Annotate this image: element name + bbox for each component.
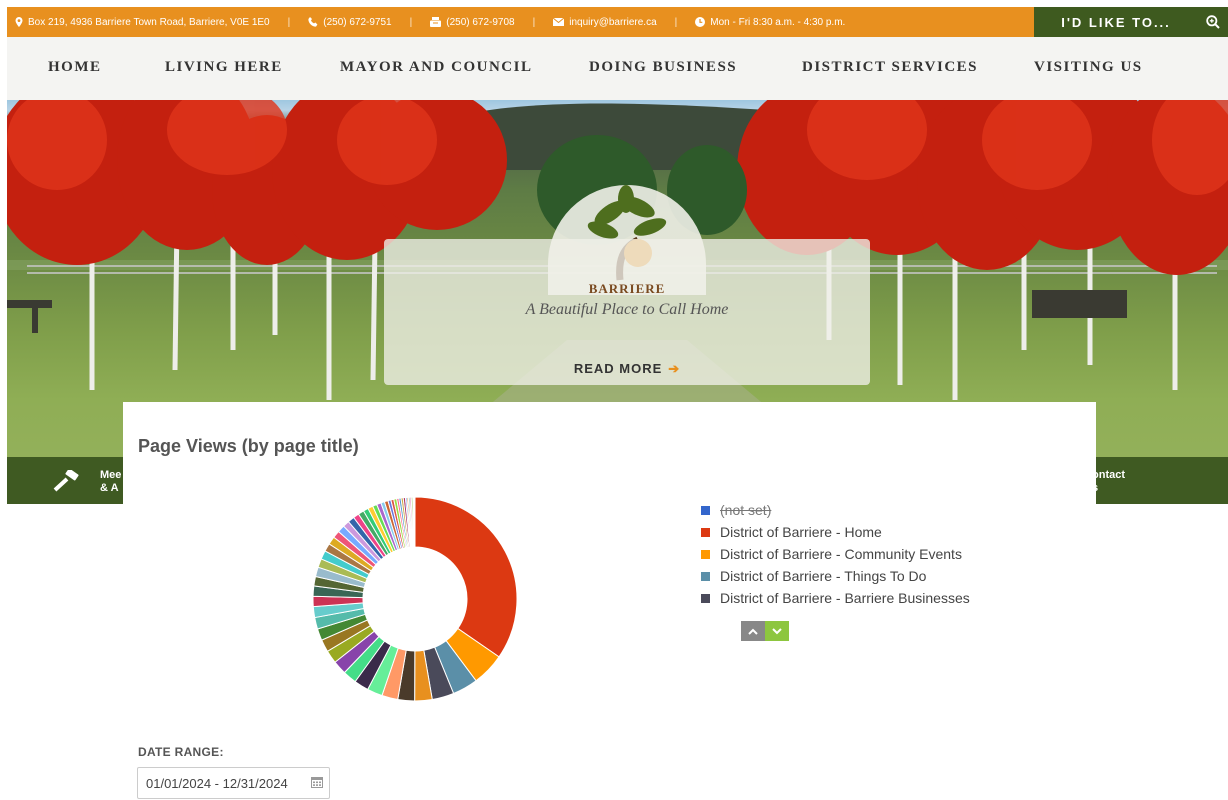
gavel-icon — [53, 470, 79, 492]
legend-swatch — [701, 549, 710, 559]
nav-visiting-us[interactable]: VISITING US — [1034, 59, 1143, 76]
hours-info: Mon - Fri 8:30 a.m. - 4:30 p.m. — [695, 17, 845, 28]
donut-slice-1[interactable] — [414, 496, 518, 658]
contact-text-line1: ontact — [1092, 469, 1125, 481]
address-info: Box 219, 4936 Barriere Town Road, Barrie… — [15, 17, 270, 28]
hero-tagline: A Beautiful Place to Call Home — [525, 301, 729, 318]
date-range-input[interactable] — [137, 767, 330, 799]
contact-link[interactable]: ontact s — [1092, 469, 1125, 495]
envelope-icon — [553, 18, 565, 26]
read-more-link[interactable]: READ MORE ➔ — [384, 361, 870, 377]
chevron-down-icon — [772, 627, 782, 634]
meetings-link[interactable]: Mee & A — [100, 469, 121, 495]
legend-swatch — [701, 571, 710, 581]
divider: | — [409, 16, 413, 28]
fax-info: (250) 672-9708 — [430, 16, 515, 28]
chevron-up-icon — [748, 628, 758, 635]
nav-doing-business[interactable]: DOING BUSINESS — [589, 59, 737, 76]
meetings-text-line2: & A — [100, 482, 119, 494]
legend-label: District of Barriere - Barriere Business… — [720, 590, 970, 606]
clock-icon — [695, 17, 706, 27]
search-button[interactable] — [1198, 7, 1228, 37]
email-text: inquiry@barriere.ca — [569, 16, 657, 28]
divider: | — [674, 16, 678, 28]
contact-text-line2: s — [1092, 482, 1125, 495]
legend-label: District of Barriere - Things To Do — [720, 568, 927, 584]
legend-item-home[interactable]: District of Barriere - Home — [701, 521, 970, 543]
donut-slice-other-46[interactable] — [413, 496, 416, 548]
fax-icon — [430, 17, 442, 27]
legend-swatch — [701, 505, 710, 515]
legend-item-not-set[interactable]: (not set) — [701, 499, 970, 521]
fax-text: (250) 672-9708 — [446, 16, 515, 28]
analytics-panel: Page Views (by page title) (not set) Dis… — [123, 402, 1096, 800]
map-pin-icon — [15, 17, 23, 27]
legend-swatch — [701, 527, 710, 537]
nav-district-services[interactable]: DISTRICT SERVICES — [802, 59, 978, 76]
nav-mayor-and-council[interactable]: MAYOR AND COUNCIL — [340, 59, 532, 76]
divider: | — [532, 16, 536, 28]
page-views-donut-chart[interactable] — [313, 494, 518, 709]
report-title: Page Views (by page title) — [138, 436, 359, 456]
legend-prev-button[interactable] — [741, 621, 765, 641]
address-text: Box 219, 4936 Barriere Town Road, Barrie… — [28, 16, 270, 28]
legend-item-barriere-businesses[interactable]: District of Barriere - Barriere Business… — [701, 587, 970, 609]
top-info-bar: Box 219, 4936 Barriere Town Road, Barrie… — [7, 7, 1228, 37]
search-plus-icon — [1206, 15, 1220, 29]
nav-living-here[interactable]: LIVING HERE — [165, 59, 283, 76]
legend-label: (not set) — [720, 502, 772, 518]
legend-swatch — [701, 593, 710, 603]
legend-item-things-to-do[interactable]: District of Barriere - Things To Do — [701, 565, 970, 587]
phone-info[interactable]: (250) 672-9751 — [308, 16, 392, 28]
main-navigation: HOME LIVING HERE MAYOR AND COUNCIL DOING… — [7, 37, 1228, 100]
meetings-text-line1: Mee — [100, 469, 122, 481]
date-range-label: DATE RANGE: — [138, 745, 224, 759]
chart-legend: (not set) District of Barriere - Home Di… — [701, 499, 970, 609]
legend-pager — [741, 621, 789, 641]
email-info[interactable]: inquiry@barriere.ca — [553, 16, 657, 28]
calendar-icon[interactable] — [311, 776, 323, 788]
read-more-label: READ MORE — [573, 361, 663, 376]
phone-icon — [308, 17, 318, 27]
hours-text: Mon - Fri 8:30 a.m. - 4:30 p.m. — [710, 16, 846, 28]
legend-item-community-events[interactable]: District of Barriere - Community Events — [701, 543, 970, 565]
legend-next-button[interactable] — [765, 621, 789, 641]
legend-label: District of Barriere - Community Events — [720, 546, 962, 562]
phone-text: (250) 672-9751 — [323, 16, 392, 28]
brand-name: BARRIERE — [588, 281, 666, 296]
arrow-right-icon: ➔ — [668, 361, 681, 376]
id-like-to-button[interactable]: I'D LIKE TO... — [1034, 7, 1198, 37]
divider: | — [287, 16, 291, 28]
nav-home[interactable]: HOME — [48, 59, 102, 76]
legend-label: District of Barriere - Home — [720, 524, 882, 540]
